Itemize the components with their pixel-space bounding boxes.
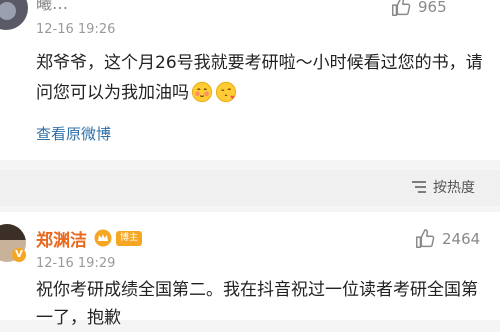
sort-bar: 按热度: [0, 170, 500, 206]
verified-v-icon: V: [12, 248, 26, 262]
blogger-badge: 博主: [116, 231, 143, 246]
comment-card-top: 曦… 12-16 19:26 965 郑爷爷，这个月26号我就要考研啦～小时候看…: [0, 0, 500, 160]
thumbs-up-icon: [416, 229, 435, 248]
comment-username[interactable]: 曦…: [36, 0, 68, 14]
crown-badge-icon: [94, 229, 112, 247]
author-username[interactable]: 郑渊洁: [36, 226, 87, 251]
comment-timestamp: 12-16 19:29: [36, 256, 116, 271]
comment-timestamp: 12-16 19:26: [36, 22, 116, 37]
view-original-post-link[interactable]: 查看原微博: [36, 123, 111, 144]
thumbs-up-icon: [392, 0, 411, 16]
sort-by-popularity-button[interactable]: 按热度: [411, 177, 475, 197]
sort-icon: [412, 181, 426, 193]
comment-text: 郑爷爷，这个月26号我就要考研啦～小时候看过您的书，请问您可以为我加油吗: [36, 48, 486, 108]
like-button[interactable]: 2464: [414, 228, 480, 250]
kiss-heart-emoji-icon: [215, 81, 237, 103]
like-count: 2464: [442, 230, 481, 248]
like-count: 965: [418, 0, 447, 16]
like-button[interactable]: 965: [390, 0, 447, 18]
shy-face-emoji-icon: [191, 81, 213, 103]
comment-text: 祝你考研成绩全国第二。我在抖音祝过一位读者考研全国第一了，抱歉: [36, 280, 478, 328]
comment-body: 郑爷爷，这个月26号我就要考研啦～小时候看过您的书，请问您可以为我加油吗: [36, 53, 483, 103]
sort-label: 按热度: [433, 180, 475, 196]
comment-card-bottom: V 郑渊洁 博主 12-16 19:29 2464 祝你考研成绩全国第二。我在抖…: [0, 212, 500, 328]
avatar[interactable]: [0, 0, 28, 30]
